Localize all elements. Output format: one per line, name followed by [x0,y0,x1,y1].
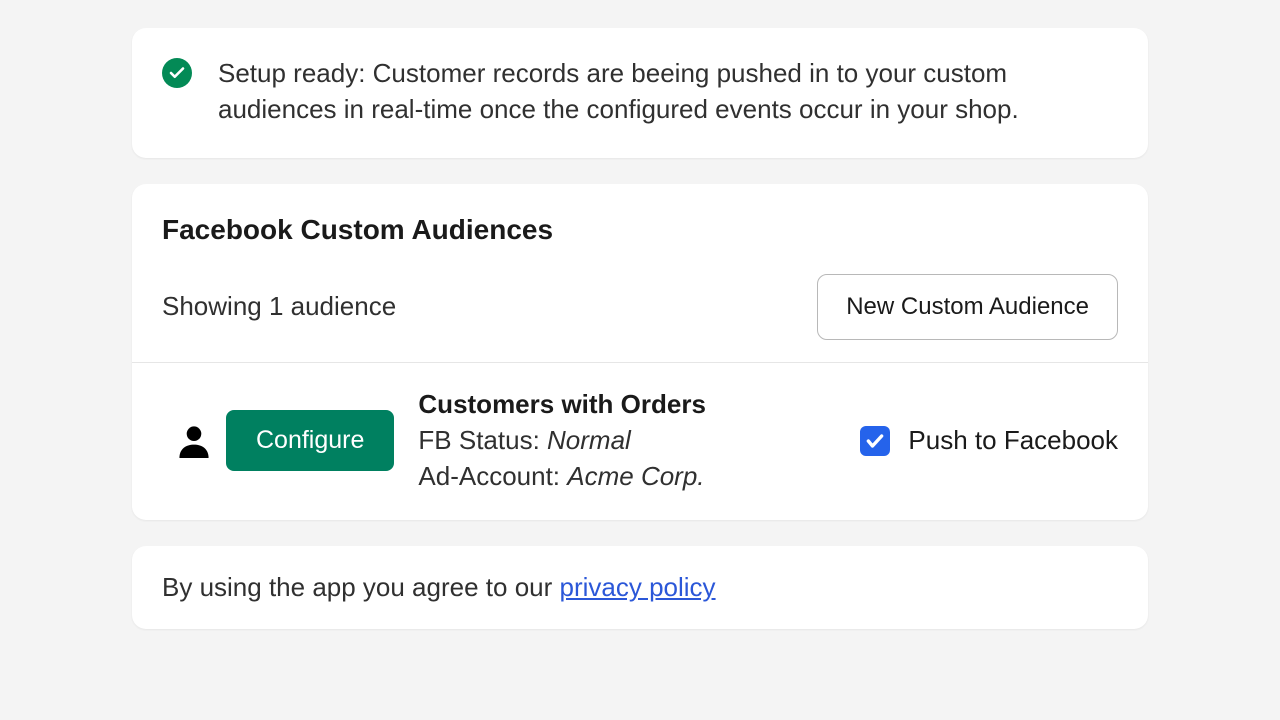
person-icon [162,424,226,458]
checkbox-checked-icon [860,426,890,456]
audience-name: Customers with Orders [418,387,860,423]
showing-count: Showing 1 audience [162,291,396,322]
footer-card: By using the app you agree to our privac… [132,546,1148,629]
fb-status-label: FB Status: [418,425,547,455]
footer-text: By using the app you agree to our [162,572,560,602]
setup-ready-banner: Setup ready: Customer records are beeing… [132,28,1148,158]
audience-info: Customers with Orders FB Status: Normal … [418,387,860,495]
audience-fb-status: FB Status: Normal [418,423,860,459]
fb-status-value: Normal [547,425,631,455]
check-circle-icon [162,58,192,88]
ad-account-value: Acme Corp. [567,461,704,491]
section-title: Facebook Custom Audiences [162,214,1118,246]
audience-row: Configure Customers with Orders FB Statu… [132,363,1148,521]
new-custom-audience-button[interactable]: New Custom Audience [817,274,1118,340]
push-to-facebook-label: Push to Facebook [908,425,1118,456]
banner-message: Setup ready: Customer records are beeing… [218,56,1118,128]
push-to-facebook-toggle[interactable]: Push to Facebook [860,425,1118,456]
audience-ad-account: Ad-Account: Acme Corp. [418,459,860,495]
audiences-card: Facebook Custom Audiences Showing 1 audi… [132,184,1148,521]
ad-account-label: Ad-Account: [418,461,567,491]
configure-button[interactable]: Configure [226,410,394,471]
privacy-policy-link[interactable]: privacy policy [560,572,716,602]
